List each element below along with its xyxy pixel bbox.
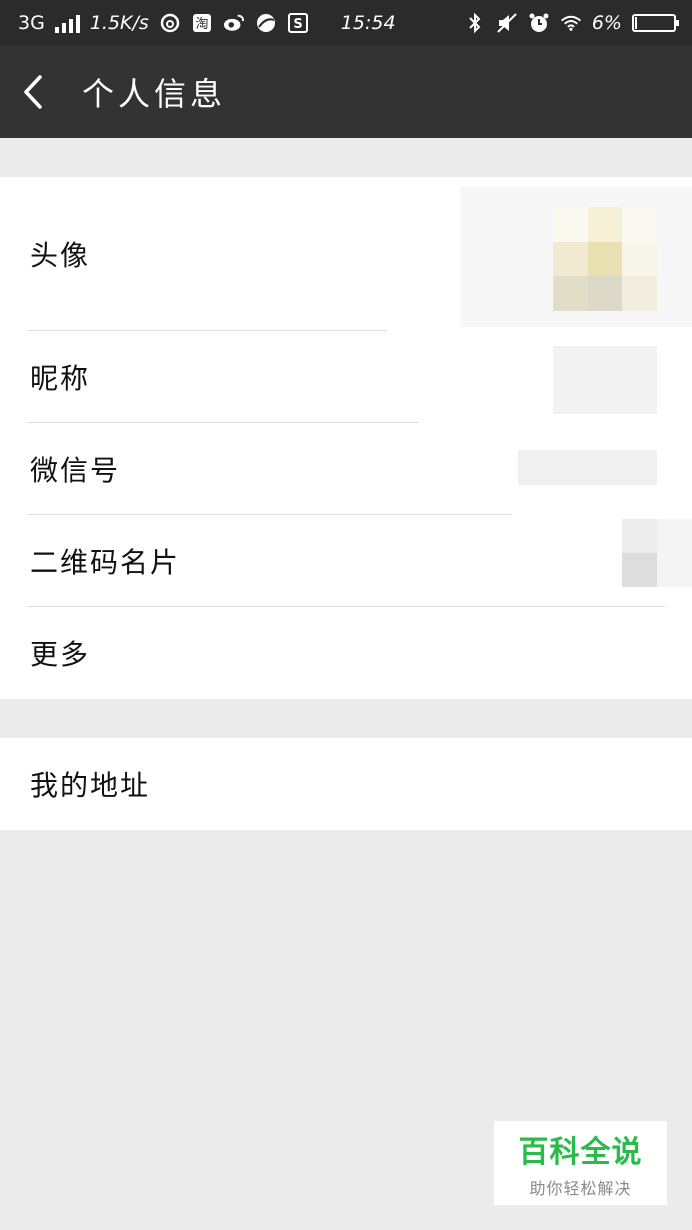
browser-icon xyxy=(255,12,277,34)
watermark-title: 百科全说 xyxy=(518,1135,643,1170)
alarm-icon xyxy=(528,12,550,34)
status-time: 15:54 xyxy=(340,12,396,34)
battery-icon xyxy=(632,14,679,32)
address-list: 我的地址 xyxy=(0,738,692,830)
status-left: 3G 1.5K/s 淘 S 15:54 xyxy=(18,12,396,34)
watermark-logo: 百科全说 助你轻松解决 xyxy=(494,1121,667,1205)
row-my-address[interactable]: 我的地址 xyxy=(0,738,692,830)
row-more-label: 更多 xyxy=(30,638,91,671)
row-wechat-id-label: 微信号 xyxy=(30,453,121,487)
row-avatar[interactable]: 头像 xyxy=(0,177,692,330)
status-bar: 3G 1.5K/s 淘 S 15:54 6% xyxy=(0,0,692,46)
profile-list: 头像 昵称 微信号 二维码名片 更多 xyxy=(0,177,692,699)
row-my-address-label: 我的地址 xyxy=(30,769,151,802)
watermark-subtitle: 助你轻松解决 xyxy=(529,1179,632,1198)
row-qr-card-label: 二维码名片 xyxy=(30,545,181,579)
svg-text:淘: 淘 xyxy=(195,17,208,32)
row-nickname[interactable]: 昵称 xyxy=(0,331,692,422)
s-app-icon: S xyxy=(287,12,309,34)
page-title: 个人信息 xyxy=(82,75,227,113)
netease-music-icon xyxy=(159,12,181,34)
battery-level xyxy=(635,17,637,29)
row-wechat-id[interactable]: 微信号 xyxy=(0,423,692,514)
row-more[interactable]: 更多 xyxy=(0,607,692,699)
battery-percent: 6% xyxy=(591,12,622,34)
network-type: 3G xyxy=(18,12,45,34)
taobao-icon: 淘 xyxy=(191,12,213,34)
row-avatar-label: 头像 xyxy=(30,238,91,272)
header-bar: 个人信息 xyxy=(0,46,692,138)
row-nickname-label: 昵称 xyxy=(30,361,91,395)
signal-icon xyxy=(54,13,80,33)
network-speed: 1.5K/s xyxy=(89,12,149,34)
bluetooth-icon xyxy=(464,12,486,34)
weibo-icon xyxy=(223,12,245,34)
back-button[interactable] xyxy=(22,72,52,112)
wifi-icon xyxy=(560,12,582,34)
row-qr-card[interactable]: 二维码名片 xyxy=(0,515,692,606)
status-right: 6% xyxy=(464,12,679,34)
mute-icon xyxy=(496,12,518,34)
svg-text:S: S xyxy=(293,17,302,32)
chevron-left-icon xyxy=(24,75,42,109)
